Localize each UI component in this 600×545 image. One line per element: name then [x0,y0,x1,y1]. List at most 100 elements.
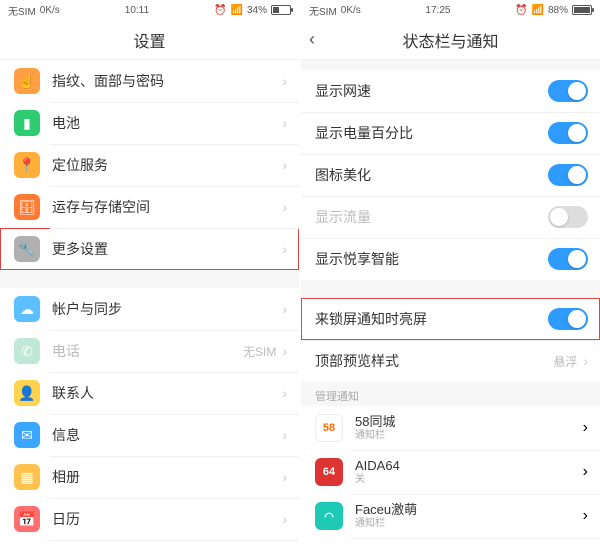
photo-icon: ▦ [14,464,40,490]
row-label: 日历 [52,509,282,529]
row-label: 帐户与同步 [52,299,282,319]
chevron-right-icon: › [282,343,287,359]
chevron-right-icon: › [282,199,287,215]
settings-row-voice[interactable]: 🎤vivoice› [0,540,299,545]
chevron-right-icon: › [282,73,287,89]
toggle-label: 显示电量百分比 [315,123,548,143]
toggle-switch[interactable] [548,308,588,330]
fingerprint-icon: ☝ [14,68,40,94]
chevron-right-icon: › [282,301,287,317]
app-icon: ◠ [315,502,343,530]
app-sub: 关 [355,474,583,486]
settings-row-photo[interactable]: ▦ 相册› [0,456,299,498]
row-label: 运存与存储空间 [52,197,282,217]
wifi-icon: 📶 [532,5,544,16]
chevron-right-icon: › [282,115,287,131]
sim-status: 无SIM [309,3,337,18]
settings-row-calendar[interactable]: 📅 日历› [0,498,299,540]
app-name: Faceu激萌 [355,502,583,518]
wrench-icon: 🔧 [14,236,40,262]
page-header: ‹ 状态栏与通知 [301,20,600,60]
app-text: Faceu激萌通知栏 [355,502,583,530]
settings-row-cloud[interactable]: ☁ 帐户与同步› [0,288,299,330]
settings-row-location[interactable]: 📍定位服务› [0,144,299,186]
section-header: 管理通知 [301,382,600,406]
back-button[interactable]: ‹ [309,29,315,50]
battery-icon [271,5,291,15]
alarm-icon: ⏰ [515,5,527,16]
battery-percent: 34% [247,5,267,16]
app-text: AIDA64关 [355,458,583,486]
app-icon: 58 [315,414,343,442]
chevron-right-icon: › [583,507,588,525]
settings-list: ☝指纹、面部与密码›▮电池›📍定位服务›🗄运存与存储空间›🔧更多设置›☁帐户与同… [0,60,299,545]
preview-style-row[interactable]: 顶部预览样式悬浮› [301,340,600,382]
location-icon: 📍 [14,152,40,178]
settings-row-wrench[interactable]: 🔧更多设置› [0,228,299,270]
chevron-right-icon: › [282,385,287,401]
toggle-switch[interactable] [548,80,588,102]
toggle-switch[interactable] [548,206,588,228]
net-speed: 0K/s [40,5,60,16]
battery-icon: ▮ [14,110,40,136]
toggle-row: 图标美化 [301,154,600,196]
app-notification-row[interactable]: 64AIDA64关› [301,450,600,494]
toggle-label: 来锁屏通知时亮屏 [315,309,548,329]
page-title: 设置 [133,28,165,52]
toggle-row: 来锁屏通知时亮屏 [301,298,600,340]
settings-row-fingerprint[interactable]: ☝ 指纹、面部与密码› [0,60,299,102]
message-icon: ✉ [14,422,40,448]
row-label: 电话 [52,341,243,361]
row-label: 顶部预览样式 [315,351,553,371]
section-gap [301,280,600,298]
net-speed: 0K/s [341,5,361,16]
row-label: 相册 [52,467,282,487]
status-bar-right: 无SIM 0K/s 17:25 ⏰ 📶 88% [301,0,600,20]
row-label: 联系人 [52,383,282,403]
phone-icon: ✆ [14,338,40,364]
chevron-right-icon: › [583,419,588,437]
toggle-switch[interactable] [548,164,588,186]
app-name: 58同城 [355,414,583,430]
calendar-icon: 📅 [14,506,40,532]
app-sub: 通知栏 [355,430,583,442]
app-name: AIDA64 [355,458,583,474]
cloud-icon: ☁ [14,296,40,322]
row-label: 更多设置 [52,239,282,259]
settings-row-phone[interactable]: ✆电话无SIM› [0,330,299,372]
toggle-row: 显示电量百分比 [301,112,600,154]
app-sub: 通知栏 [355,518,583,530]
contact-icon: 👤 [14,380,40,406]
toggle-label: 显示悦享智能 [315,249,548,269]
toggle-row: 显示网速 [301,70,600,112]
chevron-right-icon: › [282,157,287,173]
toggle-switch[interactable] [548,122,588,144]
toggle-label: 显示流量 [315,207,548,227]
app-notification-row[interactable]: ◠ Faceu激萌通知栏› [301,494,600,538]
settings-row-contact[interactable]: 👤 联系人› [0,372,299,414]
app-notification-row[interactable]: fFlash Player Settings› [301,538,600,545]
wifi-icon: 📶 [231,5,243,16]
chevron-right-icon: › [583,353,588,369]
settings-row-battery[interactable]: ▮ 电池› [0,102,299,144]
settings-row-message[interactable]: ✉信息› [0,414,299,456]
chevron-right-icon: › [583,463,588,481]
clock: 10:11 [125,5,149,16]
app-text: 58同城通知栏 [355,414,583,442]
chevron-right-icon: › [282,469,287,485]
settings-pane: 无SIM 0K/s 10:11 ⏰ 📶 34% 设置 ☝指纹、面部与密码›▮电池… [0,0,299,545]
notifications-pane: 无SIM 0K/s 17:25 ⏰ 📶 88% ‹ 状态栏与通知 显示网速显示电… [299,0,600,545]
section-gap [0,270,299,288]
chevron-right-icon: › [282,511,287,527]
row-label: 指纹、面部与密码 [52,71,282,91]
toggle-label: 图标美化 [315,165,548,185]
app-notification-row[interactable]: 58 58同城通知栏› [301,406,600,450]
chevron-right-icon: › [282,427,287,443]
row-label: 电池 [52,113,282,133]
alarm-icon: ⏰ [214,5,226,16]
toggle-switch[interactable] [548,248,588,270]
page-header: 设置 [0,20,299,60]
battery-percent: 88% [548,5,568,16]
sim-status: 无SIM [8,3,36,18]
settings-row-storage[interactable]: 🗄运存与存储空间› [0,186,299,228]
